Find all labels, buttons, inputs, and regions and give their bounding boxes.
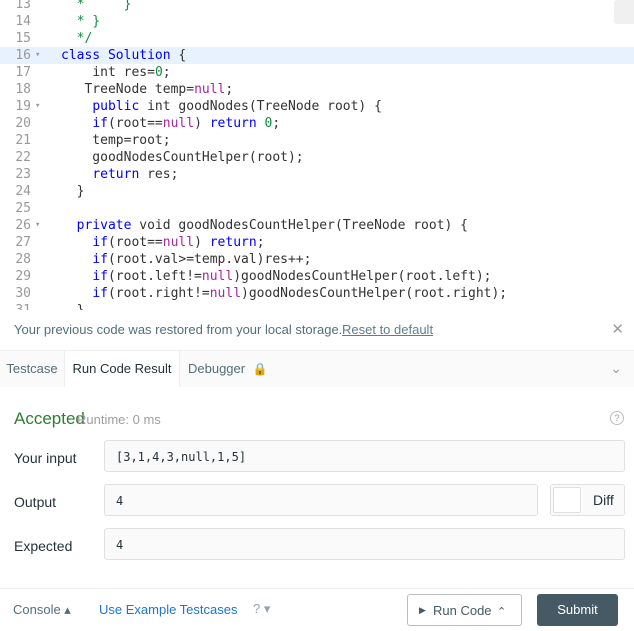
line-number: 27 (15, 235, 31, 250)
footer-bar: Console ▴ Use Example Testcases ? ▾ ▶ Ru… (0, 588, 634, 631)
line-number: 17 (15, 65, 31, 80)
fold-arrow-icon[interactable]: ▾ (35, 217, 40, 234)
help-dropdown[interactable]: ? ▾ (253, 601, 270, 617)
code-text: * } (61, 0, 132, 12)
code-line[interactable]: 16 ▾ class Solution { (0, 47, 634, 64)
code-line[interactable]: 27 if(root==null) return; (0, 234, 634, 251)
code-text: int res=0; (92, 65, 171, 80)
expected-label: Expected (14, 538, 73, 554)
runtime-text: Runtime: 0 ms (77, 412, 161, 427)
code-text: temp=root; (61, 133, 171, 148)
code-text: TreeNode temp=null; (61, 82, 234, 97)
chevron-down-icon[interactable]: ⌄ (610, 360, 622, 377)
code-text: if(root==null) return; (92, 235, 265, 250)
caret-up-icon: ⌃ (497, 606, 507, 618)
code-text: if(root.right!=null)goodNodesCountHelper… (92, 286, 508, 301)
input-value-box: [3,1,4,3,null,1,5] (104, 440, 625, 472)
code-line[interactable]: 28 if(root.val>=temp.val)res++; (0, 251, 634, 268)
help-icon[interactable]: ? (610, 411, 624, 425)
code-line[interactable]: 25 (0, 200, 634, 217)
line-number: 21 (15, 133, 31, 148)
run-code-label: Run Code (433, 603, 492, 618)
line-number: 29 (15, 269, 31, 284)
reset-to-default-link[interactable]: Reset to default (342, 322, 433, 337)
code-line[interactable]: 29 if(root.left!=null)goodNodesCountHelp… (0, 268, 634, 285)
line-number: 28 (15, 252, 31, 267)
line-number: 30 (15, 286, 31, 301)
code-line[interactable]: 26 ▾ private void goodNodesCountHelper(Tr… (0, 217, 634, 234)
code-text: private void goodNodesCountHelper(TreeNo… (76, 218, 469, 233)
diff-label: Diff (593, 492, 614, 508)
code-text: */ (61, 31, 93, 46)
code-line[interactable]: 24 } (0, 183, 634, 200)
code-text: if(root.left!=null)goodNodesCountHelper(… (92, 269, 492, 284)
lock-icon: 🔒 (252, 362, 268, 376)
run-result-panel: Accepted Runtime: 0 ms ? Your input [3,1… (0, 387, 634, 587)
line-number: 16 (15, 48, 31, 63)
play-icon: ▶ (419, 605, 426, 615)
code-text: * } (61, 14, 101, 29)
code-text: if(root.val>=temp.val)res++; (92, 252, 312, 267)
code-line[interactable]: 23 return res; (0, 166, 634, 183)
fold-arrow-icon[interactable]: ▾ (35, 47, 40, 64)
code-line[interactable]: 21 temp=root; (0, 132, 634, 149)
line-number: 24 (15, 184, 31, 199)
code-text: } (61, 302, 85, 310)
diff-toggle-knob (553, 487, 581, 513)
line-number: 14 (15, 14, 31, 29)
code-line[interactable]: 31 } (0, 302, 634, 310)
console-tabs: Testcase Run Code Result Debugger 🔒 ⌄ (0, 350, 634, 388)
line-number: 25 (15, 201, 31, 216)
output-value-box: 4 (104, 484, 538, 516)
line-number: 23 (15, 167, 31, 182)
tab-testcase[interactable]: Testcase (0, 351, 64, 387)
code-line[interactable]: 17 int res=0; (0, 64, 634, 81)
line-number: 18 (15, 82, 31, 97)
code-text: } (61, 184, 85, 199)
code-text: return res; (92, 167, 179, 182)
code-line[interactable]: 18 TreeNode temp=null; (0, 81, 634, 98)
code-line[interactable]: 15 */ (0, 30, 634, 47)
code-line[interactable]: 14 * } (0, 13, 634, 30)
line-number: 26 (15, 218, 31, 233)
restore-notice-message: Your previous code was restored from you… (14, 322, 343, 337)
line-number: 20 (15, 116, 31, 131)
code-line[interactable]: 19 ▾ public int goodNodes(TreeNode root) … (0, 98, 634, 115)
diff-toggle[interactable]: Diff (550, 484, 625, 516)
code-line[interactable]: 20 if(root==null) return 0; (0, 115, 634, 132)
restore-notice: Your previous code was restored from you… (0, 311, 634, 349)
code-line[interactable]: 30 if(root.right!=null)goodNodesCountHel… (0, 285, 634, 302)
code-line[interactable]: 22 goodNodesCountHelper(root); (0, 149, 634, 166)
tab-run-code-result[interactable]: Run Code Result (64, 351, 180, 388)
code-text: public int goodNodes(TreeNode root) { (92, 99, 382, 114)
output-label: Output (14, 494, 57, 510)
editor-corner-button[interactable] (614, 0, 634, 24)
code-text: goodNodesCountHelper(root); (61, 150, 304, 165)
fold-arrow-icon[interactable]: ▾ (35, 98, 40, 115)
code-text: if(root==null) return 0; (92, 116, 281, 131)
code-line[interactable]: 13 * } (0, 0, 634, 13)
submit-button[interactable]: Submit (537, 594, 618, 626)
run-code-button[interactable]: ▶ Run Code ⌃ (407, 594, 522, 626)
use-example-testcases-link[interactable]: Use Example Testcases (99, 602, 238, 617)
line-number: 15 (15, 31, 31, 46)
expected-value-box: 4 (104, 528, 625, 560)
code-text: class Solution { (61, 48, 187, 63)
console-toggle[interactable]: Console ▴ (13, 602, 71, 618)
line-number: 13 (15, 0, 31, 12)
input-label: Your input (14, 450, 77, 466)
close-icon[interactable]: ✕ (611, 320, 624, 338)
line-number: 22 (15, 150, 31, 165)
tab-debugger-label: Debugger (188, 361, 246, 376)
code-editor[interactable]: 13 * } 14 * } 15 */16 ▾ class Solution {17 i… (0, 0, 634, 310)
line-number: 31 (0, 302, 31, 310)
status-accepted: Accepted (14, 409, 85, 428)
tab-debugger[interactable]: Debugger 🔒 (188, 351, 278, 387)
line-number: 19 (15, 99, 31, 114)
